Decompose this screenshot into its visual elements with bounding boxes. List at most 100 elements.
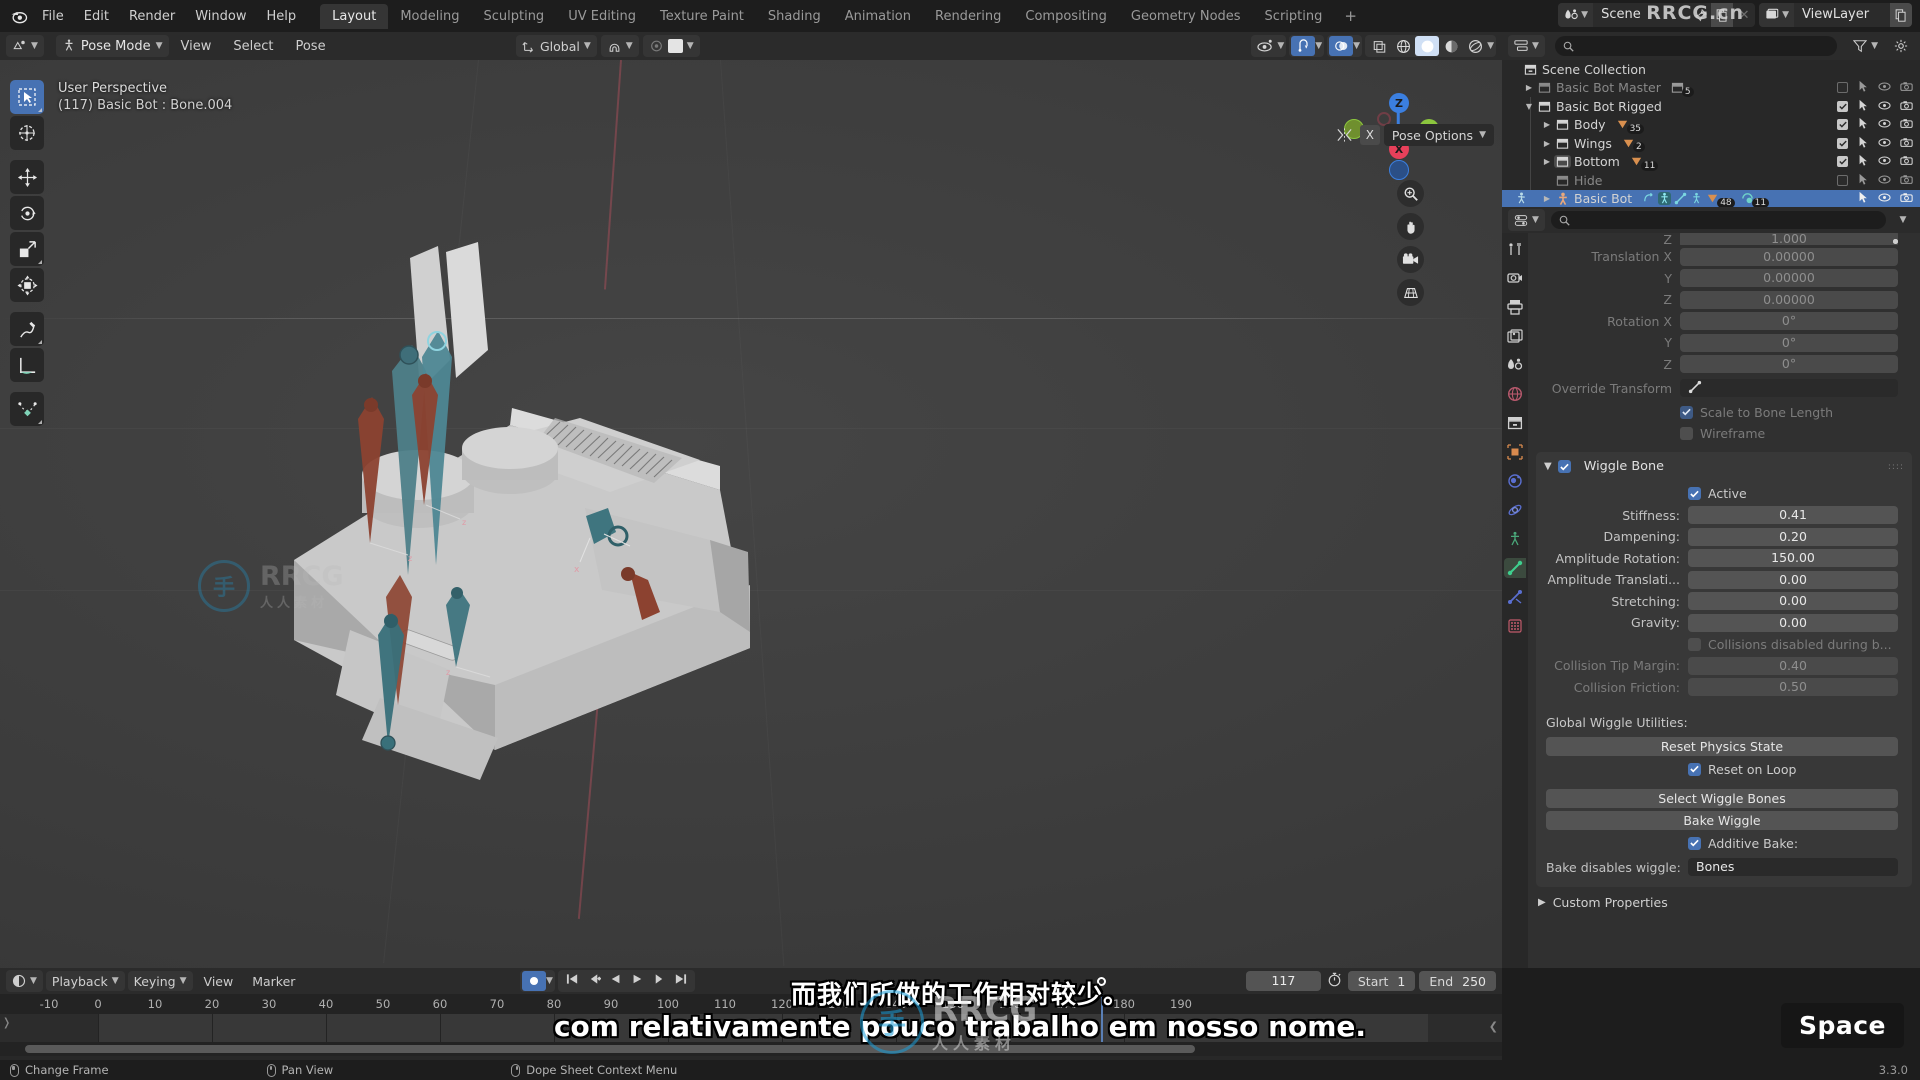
bake-wiggle-button[interactable]: Bake Wiggle bbox=[1546, 811, 1898, 830]
stopwatch-icon[interactable] bbox=[1325, 972, 1344, 991]
viewlayer-selector[interactable]: ▼ ViewLayer bbox=[1759, 3, 1912, 27]
transform-orientation-selector[interactable]: Global ▼ bbox=[516, 35, 597, 57]
property-row-scale-z[interactable]: Z 1.000 bbox=[1528, 233, 1912, 245]
gizmo-axis-z[interactable]: Z bbox=[1389, 93, 1409, 113]
selectable-icon[interactable] bbox=[1857, 154, 1869, 169]
property-value[interactable]: 0° bbox=[1680, 333, 1898, 352]
property-value[interactable]: 0.41 bbox=[1688, 506, 1898, 524]
tab-object[interactable] bbox=[1504, 442, 1526, 462]
property-value[interactable]: 0.00 bbox=[1688, 570, 1898, 589]
current-frame-field[interactable]: 117 bbox=[1245, 971, 1321, 991]
property-row-collision-tip-margin[interactable]: Collision Tip Margin: 0.40 bbox=[1536, 656, 1912, 676]
wiggle-bone-enable-checkbox[interactable] bbox=[1557, 460, 1571, 473]
eye-icon[interactable] bbox=[1878, 136, 1891, 151]
shading-wireframe-icon[interactable] bbox=[1391, 36, 1415, 56]
timeline-menu-keying[interactable]: Keying ▼ bbox=[127, 971, 193, 991]
selectable-icon[interactable] bbox=[1857, 80, 1869, 95]
timeline-menu-view[interactable]: View bbox=[196, 972, 242, 991]
sidebar-expand-icon[interactable]: ❭ bbox=[2, 1016, 11, 1029]
property-row-override-transform[interactable]: Override Transform bbox=[1528, 378, 1912, 398]
disclosure-triangle[interactable]: ▶ bbox=[1540, 194, 1554, 203]
outliner-row-basic-bot[interactable]: ▶ Basic Bot 48 11 bbox=[1502, 189, 1920, 208]
exclude-checkbox[interactable] bbox=[1837, 82, 1848, 94]
property-row-rotation-x[interactable]: Rotation X 0° bbox=[1528, 311, 1912, 331]
property-value[interactable]: 0° bbox=[1680, 312, 1898, 330]
breakdowner-tool[interactable] bbox=[10, 392, 44, 426]
property-row-stiffness[interactable]: Stiffness: 0.41 bbox=[1536, 505, 1912, 525]
shading-group[interactable]: ▼ bbox=[1365, 35, 1496, 57]
outliner-row-basic-bot-master[interactable]: ▶ Basic Bot Master 5 bbox=[1502, 79, 1920, 98]
property-row-translation-x[interactable]: Translation X 0.00000 bbox=[1528, 247, 1912, 267]
camera-icon[interactable] bbox=[1900, 191, 1913, 206]
play-icon[interactable] bbox=[627, 973, 647, 989]
outliner-row-body[interactable]: ▶ Body 35 bbox=[1502, 116, 1920, 135]
exclude-checkbox[interactable] bbox=[1837, 137, 1848, 149]
timeline-editor[interactable]: ▼ Playback ▼ Keying ▼ View Marker ▼ 117 … bbox=[0, 968, 1502, 1060]
eye-icon[interactable] bbox=[1878, 117, 1891, 132]
menu-window[interactable]: Window bbox=[185, 6, 256, 27]
pose-bone-rear[interactable] bbox=[590, 560, 730, 690]
timeline-scrollbar-track[interactable] bbox=[0, 1042, 1502, 1056]
tab-compositing[interactable]: Compositing bbox=[1013, 4, 1119, 29]
tab-texture[interactable] bbox=[1504, 616, 1526, 636]
property-value[interactable]: 0.50 bbox=[1688, 678, 1898, 696]
menu-file[interactable]: File bbox=[32, 6, 74, 27]
pose-options-dropdown[interactable]: Pose Options ▼ bbox=[1383, 124, 1494, 146]
tab-texture-paint[interactable]: Texture Paint bbox=[648, 4, 756, 29]
outliner-filter-settings-icon[interactable] bbox=[1888, 35, 1914, 57]
overlays-group[interactable]: ▼ bbox=[1327, 35, 1363, 57]
property-row-amplitude-translation[interactable]: Amplitude Translati... 0.00 bbox=[1536, 570, 1912, 590]
timeline-editor-type[interactable]: ▼ bbox=[6, 970, 43, 992]
tab-uv-editing[interactable]: UV Editing bbox=[556, 4, 648, 29]
property-value[interactable]: 150.00 bbox=[1688, 549, 1898, 567]
disclosure-triangle[interactable]: ▶ bbox=[1540, 157, 1554, 166]
grid-ortho-icon[interactable] bbox=[1397, 279, 1424, 306]
disclosure-triangle[interactable]: ▶ bbox=[1540, 120, 1554, 129]
3d-viewport[interactable]: z z z x User Perspective (117) Basic Bot :… bbox=[0, 60, 1502, 968]
prev-keyframe-icon[interactable] bbox=[584, 973, 605, 989]
properties-search-input[interactable] bbox=[1550, 211, 1886, 229]
tab-world[interactable] bbox=[1504, 384, 1526, 404]
outliner-row-basic-bot-rigged[interactable]: ▼ Basic Bot Rigged bbox=[1502, 97, 1920, 116]
property-row-dampening[interactable]: Dampening: 0.20 bbox=[1536, 527, 1912, 547]
menu-edit[interactable]: Edit bbox=[74, 6, 119, 27]
timeline-menu-playback[interactable]: Playback ▼ bbox=[45, 971, 125, 991]
x-mirror-icon[interactable] bbox=[1334, 124, 1356, 146]
property-value[interactable]: 0.20 bbox=[1688, 527, 1898, 546]
outliner-search-input[interactable] bbox=[1554, 36, 1838, 56]
outliner-row-scene-collection[interactable]: Scene Collection bbox=[1502, 60, 1920, 79]
property-row-wireframe[interactable]: Wireframe bbox=[1528, 239, 1912, 444]
snapping-button[interactable]: ▼ bbox=[600, 35, 639, 57]
property-value[interactable]: 1.000 bbox=[1680, 233, 1898, 245]
wireframe-checkbox[interactable] bbox=[1680, 427, 1693, 440]
auto-keying-group[interactable]: ▼ bbox=[520, 970, 555, 992]
property-row-gravity[interactable]: Gravity: 0.00 bbox=[1536, 613, 1912, 633]
tab-tool[interactable] bbox=[1504, 239, 1526, 259]
exclude-checkbox[interactable] bbox=[1837, 174, 1848, 186]
transform-tool[interactable] bbox=[10, 268, 44, 302]
playhead[interactable] bbox=[1097, 977, 1106, 1042]
new-viewlayer-icon[interactable] bbox=[1890, 3, 1912, 27]
property-row-stretching[interactable]: Stretching: 0.00 bbox=[1536, 591, 1912, 611]
visibility-group[interactable]: ▼ bbox=[1251, 35, 1287, 57]
falloff-smooth-icon[interactable] bbox=[667, 39, 683, 53]
mirror-x-button[interactable]: X bbox=[1359, 125, 1380, 145]
bake-disables-wiggle-value[interactable]: Bones bbox=[1688, 858, 1898, 876]
scene-icon[interactable]: ▼ bbox=[1558, 3, 1594, 27]
additive-bake-checkbox[interactable] bbox=[1688, 836, 1701, 850]
property-row-rotation-y[interactable]: Y 0° bbox=[1528, 333, 1912, 353]
viewport-menu-view[interactable]: View bbox=[171, 36, 222, 57]
cursor-tool[interactable] bbox=[10, 116, 44, 150]
tab-object-constraints[interactable] bbox=[1504, 529, 1526, 549]
wiggle-active-checkbox[interactable] bbox=[1688, 487, 1701, 500]
scale-to-bone-length-checkbox[interactable] bbox=[1680, 405, 1693, 419]
outliner-editor[interactable]: ▼ ▼ Scene Collection ▶ Basic Bot Master … bbox=[1502, 32, 1920, 208]
viewlayer-icon[interactable]: ▼ bbox=[1759, 3, 1794, 27]
eye-icon[interactable] bbox=[1878, 173, 1891, 188]
custom-properties-panel-header[interactable]: ▶ Custom Properties bbox=[1528, 895, 1912, 910]
property-value[interactable]: 0.00 bbox=[1688, 592, 1898, 610]
menu-help[interactable]: Help bbox=[257, 6, 307, 27]
tab-sculpting[interactable]: Sculpting bbox=[471, 4, 556, 29]
property-row-additive-bake[interactable]: Additive Bake: bbox=[1536, 239, 1912, 853]
proportional-editing-group[interactable]: ▼ bbox=[642, 35, 700, 57]
